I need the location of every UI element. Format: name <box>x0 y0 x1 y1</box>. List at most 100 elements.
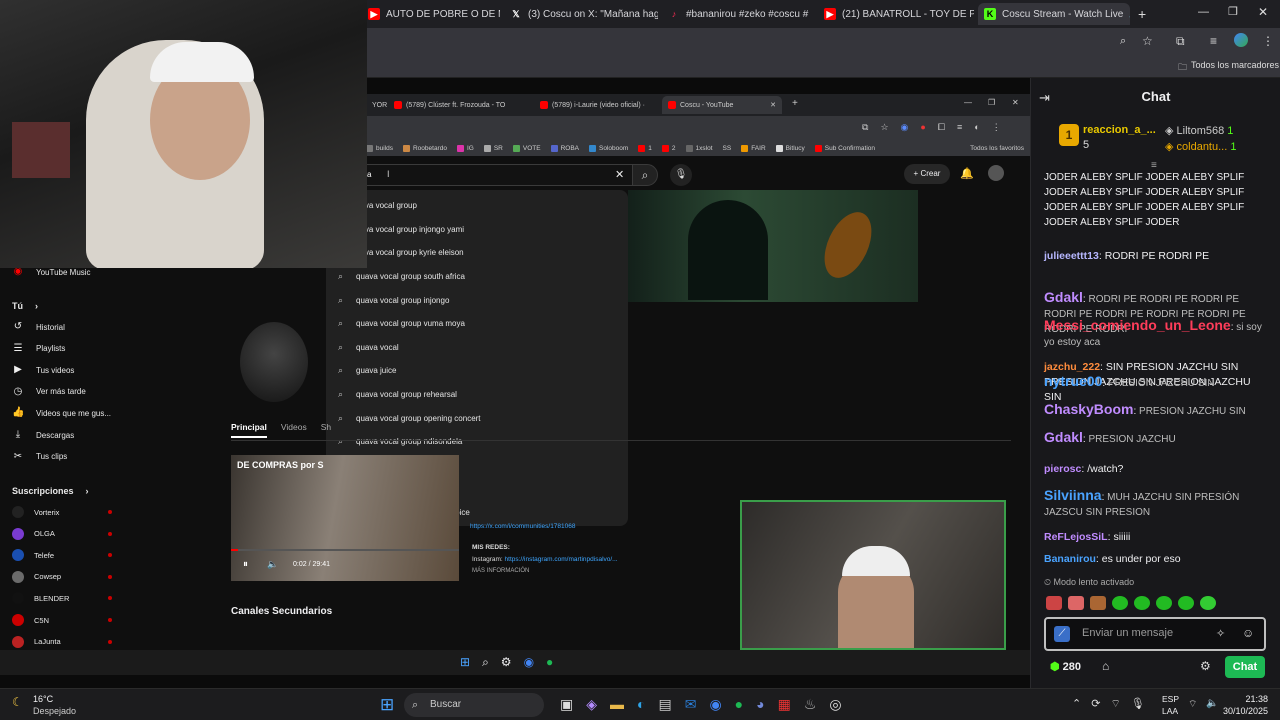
speaker-icon[interactable]: 🔈 <box>1129 9 1130 20</box>
suggestion-item[interactable]: ⌕uava vocal group kyrie eleison <box>326 241 628 265</box>
browser-tab[interactable]: ▶(21) BANATROLL - TOY DE PAR✕ <box>818 3 974 25</box>
spotify-icon[interactable]: ● <box>735 696 743 713</box>
subscription-item[interactable]: BLENDER <box>12 592 112 605</box>
clear-search-icon[interactable]: ✕ <box>615 168 624 181</box>
browser-tab[interactable]: 𝕏(3) Coscu on X: "Mañana hago✕ <box>504 3 658 25</box>
avatar[interactable]: ◐ <box>974 122 979 133</box>
edge-icon[interactable]: ◐ <box>637 696 645 713</box>
voice-search-button[interactable]: 🎙 <box>670 164 692 186</box>
media-icon[interactable]: ≡ <box>957 122 962 133</box>
start-button-icon[interactable]: ⊞ <box>380 695 394 715</box>
sidebar-item[interactable]: ☰ Playlists <box>12 343 66 355</box>
windows-icon[interactable]: ⊞ <box>460 655 470 670</box>
sidebar-item[interactable]: ▶ Tus videos <box>12 364 74 376</box>
sidebar-item[interactable]: ⤓ Descargas <box>12 429 74 441</box>
bookmark[interactable]: ROBA <box>550 144 579 152</box>
close-window-icon[interactable]: ✕ <box>1012 98 1019 107</box>
create-button[interactable]: + Crear <box>904 164 950 184</box>
sidebar-section-you[interactable]: Tú › <box>12 301 38 311</box>
bookmark[interactable]: SS <box>723 145 732 152</box>
copilot-icon[interactable]: ◈ <box>586 696 597 713</box>
task-view-icon[interactable]: ▣ <box>560 696 573 713</box>
sidebar-item[interactable]: ◷ Ver más tarde <box>12 386 86 398</box>
suggestion-item[interactable]: ⌕ quava vocal group rehearsal <box>326 383 628 407</box>
new-tab-icon[interactable]: + <box>792 98 798 109</box>
emote[interactable] <box>1156 596 1172 610</box>
chat-username[interactable]: Gdakl <box>1044 289 1083 305</box>
emote[interactable] <box>1200 596 1216 610</box>
chat-username[interactable]: Gdakl <box>1044 429 1083 445</box>
clock-date[interactable]: 30/10/2025 <box>1212 706 1268 716</box>
subscription-item[interactable]: Vorterix <box>12 506 112 518</box>
suggestion-item[interactable]: ⌕ quava vocal group vuma moya <box>326 312 628 336</box>
menu-icon[interactable]: ⋮ <box>992 122 1001 133</box>
wifi-icon[interactable]: ⌔ <box>1188 698 1197 711</box>
bookmark[interactable]: IG <box>456 144 474 152</box>
suggestion-item[interactable]: ⌕ quava vocal <box>326 336 628 360</box>
subscription-item[interactable]: OLGA <box>12 527 112 540</box>
chat-username[interactable]: ChaskyBoom <box>1044 401 1133 417</box>
bookmark-star-icon[interactable]: ☆ <box>1142 34 1153 48</box>
all-bookmarks[interactable]: 🗀 Todos los marcadores <box>1178 60 1279 76</box>
emote[interactable] <box>1178 596 1194 610</box>
chat-username[interactable]: julieeettt13 <box>1044 250 1099 262</box>
more-info-link[interactable]: MÁS INFORMACIÓN <box>472 568 529 574</box>
send-chat-button[interactable]: Chat <box>1225 656 1265 678</box>
suggestion-item[interactable]: ⌕uava vocal group injongo yami <box>326 218 628 242</box>
tab-videos[interactable]: Videos <box>281 422 307 438</box>
spotify-icon[interactable]: ● <box>546 655 553 670</box>
sidebar-item[interactable]: 👍 Videos que me gus... <box>12 407 111 419</box>
puzzle-icon[interactable]: ⧠ <box>938 122 945 133</box>
emote[interactable] <box>1090 596 1106 610</box>
clock-time[interactable]: 21:38 <box>1220 694 1268 704</box>
bookmark[interactable]: Roobetardo <box>402 144 447 152</box>
sidebar-item[interactable]: ↺ Historial <box>12 321 65 333</box>
leaderboard-entry[interactable]: ◈ Liltom568 1 <box>1165 124 1233 137</box>
minimize-icon[interactable]: — <box>964 98 972 107</box>
sidebar-section-subscriptions[interactable]: Suscripciones › <box>12 486 89 496</box>
leaderboard-entry[interactable]: ◈ coldantu... 1 <box>1165 140 1236 153</box>
chat-username[interactable]: nytrue00 <box>1044 373 1102 389</box>
suggestion-item[interactable]: ⌕ guava juice <box>326 359 628 383</box>
inner-tab[interactable]: YOR <box>366 96 388 114</box>
chat-username[interactable]: jazchu_222 <box>1044 361 1100 373</box>
close-window-icon[interactable]: ✕ <box>1258 5 1268 19</box>
leaderboard-user[interactable]: reaccion_a_... <box>1083 124 1156 136</box>
video-player[interactable]: DE COMPRAS por S ⏸ 🔈 0:02 / 29:41 <box>231 455 459 581</box>
taskbar-search[interactable]: ⌕ Buscar <box>404 693 544 717</box>
steam-icon[interactable]: ♨ <box>804 696 817 713</box>
emote[interactable] <box>1068 596 1084 610</box>
video-app-icon[interactable]: ▦ <box>778 696 791 713</box>
weather-desc[interactable]: Despejado <box>33 706 76 716</box>
chat-username[interactable]: Bananirou <box>1044 553 1096 565</box>
subscription-item[interactable]: Cowsep <box>12 570 112 583</box>
tray-overflow-icon[interactable]: ⌃ <box>1072 697 1081 711</box>
media-icon[interactable]: ≡ <box>1210 34 1217 48</box>
suggestion-item[interactable]: ⌕uava vocal group <box>326 194 628 218</box>
settings-icon[interactable]: ⚙ <box>501 655 512 670</box>
chat-username[interactable]: Silviinna <box>1044 487 1102 503</box>
chat-settings-icon[interactable]: ⚙ <box>1200 659 1211 673</box>
language-layout[interactable]: LAA <box>1162 706 1178 716</box>
inner-tab-active[interactable]: Coscu - YouTube ✕ <box>662 96 782 114</box>
network-icon[interactable]: ⌔ <box>1110 697 1120 711</box>
chrome-icon[interactable]: ◉ <box>709 696 721 713</box>
restore-icon[interactable]: ❐ <box>1228 5 1238 18</box>
star-icon[interactable]: ☆ <box>880 122 888 133</box>
file-explorer-icon[interactable]: ▬ <box>610 696 624 713</box>
bookmark[interactable]: Sub Confirmation <box>814 144 875 152</box>
bookmark[interactable]: FAIR <box>741 144 766 152</box>
community-link[interactable]: https://x.com/i/communities/1781068 <box>470 523 576 530</box>
bookmark[interactable]: 1 <box>638 144 652 152</box>
zoom-icon[interactable]: ⌕ <box>1120 35 1126 48</box>
mic-icon[interactable]: 🎙 <box>1131 697 1145 711</box>
weather-temp[interactable]: 16°C <box>33 694 53 704</box>
outlook-icon[interactable]: ✉ <box>685 696 697 713</box>
subscription-item[interactable]: LaJunta <box>12 635 112 648</box>
emote[interactable] <box>1134 596 1150 610</box>
bookmark[interactable]: VOTE <box>512 144 541 152</box>
pause-icon[interactable]: ⏸ <box>243 559 248 570</box>
record-icon[interactable]: ● <box>920 122 925 133</box>
search-button[interactable]: ⌕ <box>632 164 658 186</box>
suggestion-item[interactable]: ⌕ quava vocal group opening concert <box>326 406 628 430</box>
